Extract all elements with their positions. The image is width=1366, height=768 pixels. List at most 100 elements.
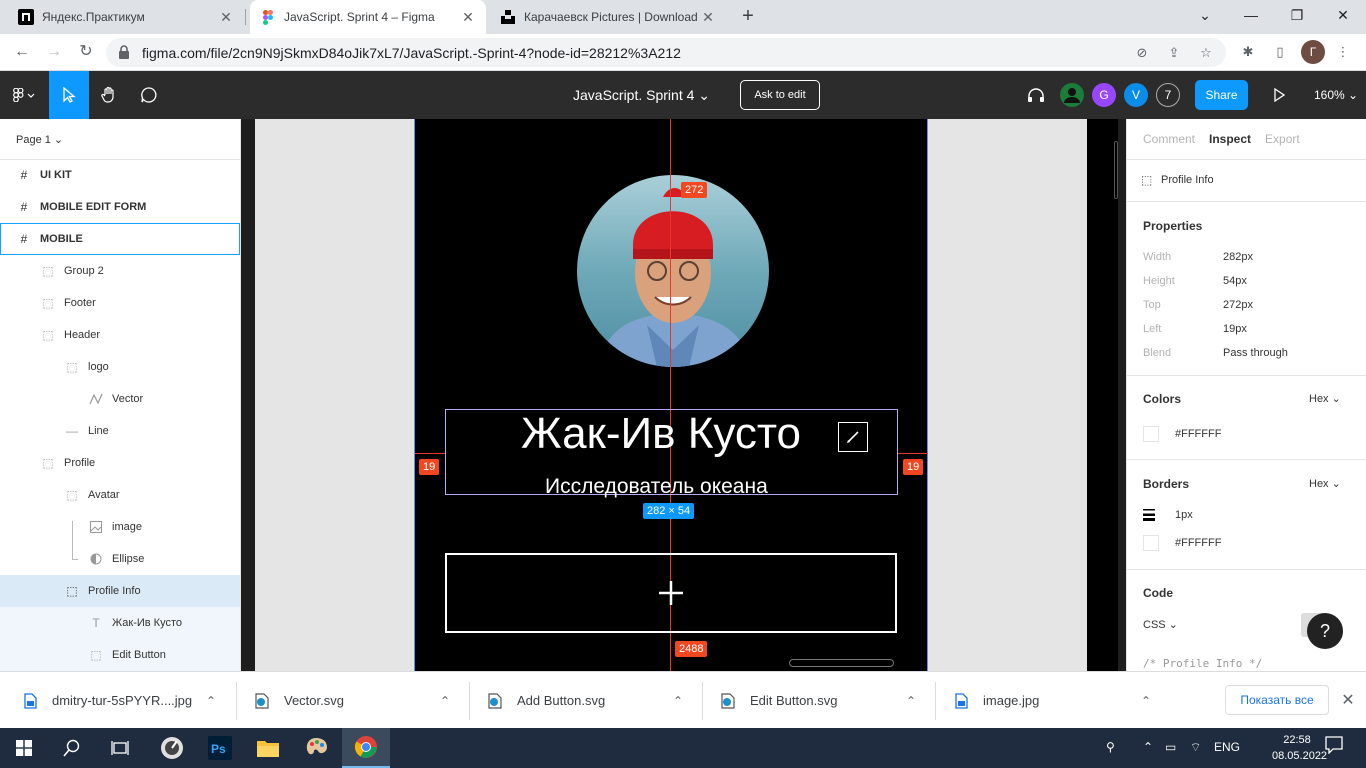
border-color-value[interactable]: #FFFFFF <box>1175 537 1221 549</box>
colors-format-select[interactable]: Hex ⌄ <box>1309 392 1341 405</box>
file-name[interactable]: JavaScript. Sprint 4 ⌄ <box>573 87 710 104</box>
ask-to-edit-button[interactable]: Ask to edit <box>740 80 820 110</box>
layer-ellipse[interactable]: Ellipse <box>0 543 240 575</box>
layer-footer[interactable]: ⬚ Footer <box>0 287 240 319</box>
lock-icon[interactable] <box>118 45 130 62</box>
profile-avatar-image[interactable] <box>577 175 769 367</box>
tab-close-icon[interactable]: ✕ <box>218 9 234 26</box>
user-count-badge[interactable]: 7 <box>1156 83 1180 107</box>
layer-profile-info[interactable]: ⬚ Profile Info <box>0 575 240 607</box>
layer-vector[interactable]: Vector <box>0 383 240 415</box>
color-swatch[interactable] <box>1143 426 1159 442</box>
download-item-edit-button[interactable]: Edit Button.svg ⌃ <box>720 672 930 729</box>
page-selector[interactable]: Page 1 ⌄ <box>16 133 63 146</box>
edit-button[interactable] <box>838 422 868 452</box>
tab-karachaevsk[interactable]: Карачаевск Pictures | Download ✕ <box>490 0 726 34</box>
present-play-icon[interactable] <box>1259 71 1299 119</box>
layer-name-text[interactable]: T Жак-Ив Кусто <box>0 607 240 639</box>
chevron-up-icon[interactable]: ⌃ <box>1143 740 1153 754</box>
prop-width-value[interactable]: 282px <box>1223 251 1253 263</box>
battery-icon[interactable]: ▭ <box>1165 740 1176 754</box>
download-item-image[interactable]: image.jpg ⌃ <box>953 672 1163 729</box>
audio-headphones-icon[interactable] <box>1016 71 1056 119</box>
search-icon[interactable] <box>48 728 96 768</box>
user-avatar-photo[interactable] <box>1060 83 1084 107</box>
layer-mobile-edit-form[interactable]: # MOBILE EDIT FORM <box>0 191 240 223</box>
input-language[interactable]: ENG <box>1214 740 1240 754</box>
download-item-add-button[interactable]: Add Button.svg ⌃ <box>487 672 697 729</box>
system-clock[interactable]: 22:58 08.05.2022 <box>1272 732 1327 764</box>
close-window-button[interactable]: ✕ <box>1320 0 1366 30</box>
chevron-up-icon[interactable]: ⌃ <box>440 694 450 708</box>
add-button[interactable] <box>445 553 897 633</box>
user-avatar-g[interactable]: G <box>1092 83 1116 107</box>
layer-profile[interactable]: ⬚ Profile <box>0 447 240 479</box>
figma-main-menu-icon[interactable] <box>0 71 48 119</box>
restore-button[interactable]: ❐ <box>1274 0 1320 30</box>
layer-header[interactable]: ⬚ Header <box>0 319 240 351</box>
chrome-icon[interactable] <box>342 728 390 768</box>
tab-export[interactable]: Export <box>1265 132 1300 146</box>
file-explorer-icon[interactable] <box>244 728 292 768</box>
hand-tool-icon[interactable] <box>89 71 129 119</box>
chevron-up-icon[interactable]: ⌃ <box>1141 694 1151 708</box>
color-value[interactable]: #FFFFFF <box>1175 428 1221 440</box>
tab-close-icon[interactable]: ✕ <box>460 9 476 26</box>
profile-name[interactable]: Жак-Ив Кусто <box>521 409 801 459</box>
extensions-puzzle-icon[interactable]: ✱ <box>1238 42 1258 62</box>
zoom-level[interactable]: 160% ⌄ <box>1314 88 1358 102</box>
share-page-icon[interactable]: ⇪ <box>1164 43 1184 63</box>
side-panel-icon[interactable]: ▯ <box>1270 42 1290 62</box>
close-shelf-icon[interactable]: ✕ <box>1338 690 1358 710</box>
layer-image[interactable]: image <box>0 511 240 543</box>
chrome-menu-icon[interactable]: ⋮ <box>1333 42 1353 62</box>
layer-edit-button[interactable]: ⬚ Edit Button <box>0 639 240 671</box>
eye-off-icon[interactable]: ⊘ <box>1132 43 1152 63</box>
profile-avatar[interactable]: Г <box>1301 40 1325 64</box>
show-all-downloads-button[interactable]: Показать все <box>1225 685 1329 715</box>
move-tool-icon[interactable] <box>49 71 89 119</box>
download-item-jpg[interactable]: dmitry-tur-5sPYYR....jpg ⌃ <box>22 672 232 729</box>
tab-figma[interactable]: JavaScript. Sprint 4 – Figma ✕ <box>250 0 486 34</box>
prop-blend-value[interactable]: Pass through <box>1223 347 1288 359</box>
canvas-scrollbar[interactable] <box>1114 141 1118 199</box>
chevron-up-icon[interactable]: ⌃ <box>206 694 216 708</box>
tab-inspect[interactable]: Inspect <box>1209 132 1251 146</box>
back-arrow-icon[interactable]: ← <box>10 40 34 64</box>
user-avatar-v[interactable]: V <box>1124 83 1148 107</box>
paint-palette-icon[interactable] <box>292 728 340 768</box>
help-button[interactable]: ? <box>1307 613 1343 649</box>
photoshop-icon[interactable]: Ps <box>196 728 244 768</box>
task-view-icon[interactable] <box>96 728 144 768</box>
forward-arrow-icon[interactable]: → <box>42 40 66 64</box>
share-button[interactable]: Share <box>1195 80 1248 110</box>
prop-left-value[interactable]: 19px <box>1223 323 1247 335</box>
layer-logo[interactable]: ⬚ logo <box>0 351 240 383</box>
tab-search-icon[interactable]: ⌄ <box>1182 0 1228 30</box>
layer-ui-kit[interactable]: # UI KIT <box>0 159 240 191</box>
layer-group-2[interactable]: ⬚ Group 2 <box>0 255 240 287</box>
people-icon[interactable]: ⚲ <box>1106 740 1115 754</box>
tab-comment[interactable]: Comment <box>1143 132 1195 146</box>
comment-tool-icon[interactable] <box>129 71 169 119</box>
chevron-up-icon[interactable]: ⌃ <box>906 694 916 708</box>
notifications-icon[interactable] <box>1325 736 1343 757</box>
layer-avatar[interactable]: ⬚ Avatar <box>0 479 240 511</box>
chevron-up-icon[interactable]: ⌃ <box>673 694 683 708</box>
prop-top-value[interactable]: 272px <box>1223 299 1253 311</box>
design-canvas[interactable]: Жак-Ив Кусто Исследователь океана 272 19… <box>241 119 1126 671</box>
reload-icon[interactable]: ↻ <box>74 40 98 64</box>
url-text[interactable]: figma.com/file/2cn9N9jSkmxD84oJik7xL7/Ja… <box>142 45 681 61</box>
layer-line[interactable]: — Line <box>0 415 240 447</box>
yandex-browser-icon[interactable] <box>148 728 196 768</box>
address-bar[interactable]: figma.com/file/2cn9N9jSkmxD84oJik7xL7/Ja… <box>106 38 1226 67</box>
tab-yandex-praktikum[interactable]: Яндекс.Практикум ✕ <box>8 0 244 34</box>
tab-close-icon[interactable]: ✕ <box>700 9 716 26</box>
download-item-vector[interactable]: Vector.svg ⌃ <box>254 672 464 729</box>
layer-mobile[interactable]: # MOBILE <box>0 223 240 255</box>
border-width-value[interactable]: 1px <box>1175 509 1193 521</box>
prop-height-value[interactable]: 54px <box>1223 275 1247 287</box>
network-icon[interactable]: ⌔ <box>1190 740 1201 755</box>
minimize-button[interactable]: — <box>1228 0 1274 30</box>
new-tab-button[interactable]: + <box>737 5 759 27</box>
